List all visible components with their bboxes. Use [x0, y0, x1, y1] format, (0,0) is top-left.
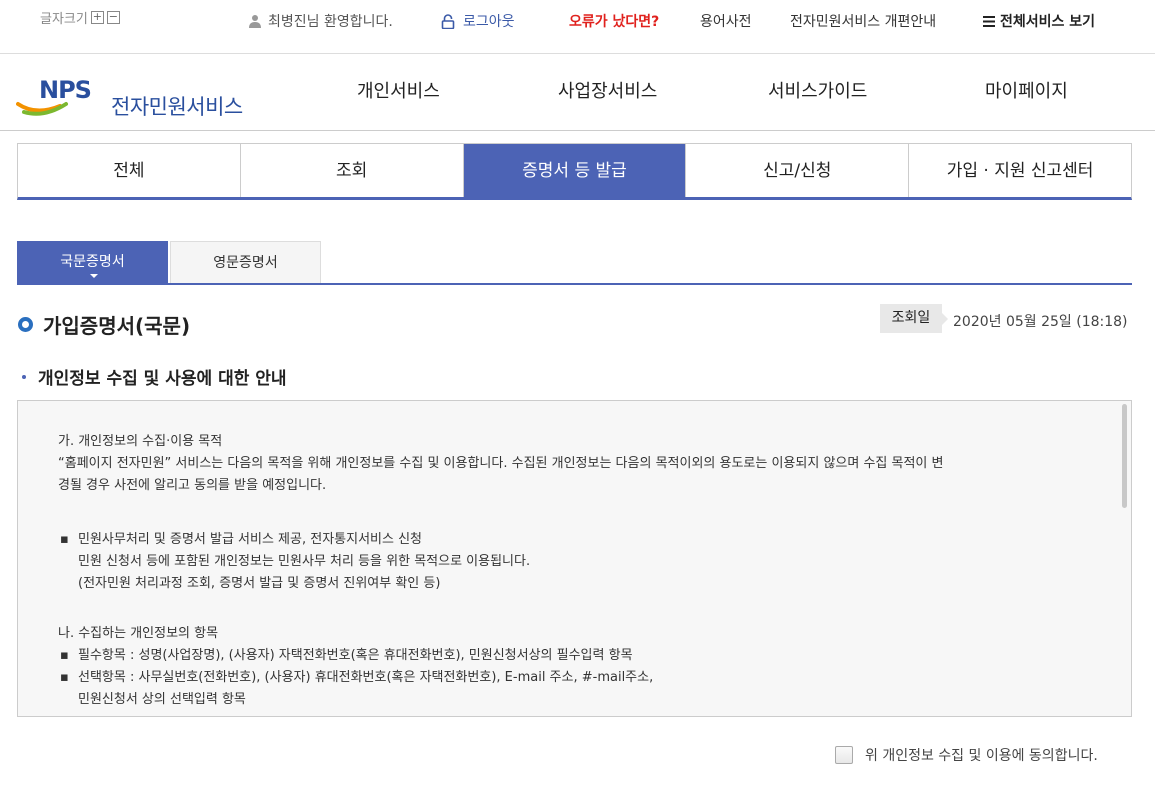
- nps-logo-mark: NPS: [16, 76, 92, 116]
- purpose-line3: (전자민원 처리과정 조회, 증명서 발급 및 증명서 진위여부 확인 등): [78, 576, 441, 591]
- lock-icon: [441, 13, 455, 29]
- font-decrease-button[interactable]: −: [106, 11, 120, 24]
- category-tabs: 전체 조회 증명서 등 발급 신고/신청 가입 · 지원 신고센터: [17, 143, 1132, 200]
- section-a-line1: “홈페이지 전자민원” 서비스는 다음의 목적을 위해 개인정보를 수집 및 이…: [58, 456, 944, 471]
- tab-report-application[interactable]: 신고/신청: [686, 144, 910, 197]
- all-services-link[interactable]: 전체서비스 보기: [983, 11, 1095, 31]
- tab-korean-certificate[interactable]: 국문증명서: [17, 241, 168, 283]
- privacy-notice-box[interactable]: 가. 개인정보의 수집·이용 목적 “홈페이지 전자민원” 서비스는 다음의 목…: [17, 400, 1132, 717]
- list-item: ▪ 민원사무처리 및 증명서 발급 서비스 제공, 전자통지서비스 신청 민원 …: [58, 529, 1098, 595]
- logout-link[interactable]: 로그아웃: [441, 11, 515, 31]
- tab-korean-certificate-label: 국문증명서: [60, 254, 125, 270]
- nav-service-guide[interactable]: 서비스가이드: [768, 77, 867, 103]
- privacy-heading: 개인정보 수집 및 사용에 대한 안내: [38, 369, 287, 389]
- purpose-line2: 민원 신청서 등에 포함된 개인정보는 민원사무 처리 등을 위한 목적으로 이…: [78, 554, 531, 569]
- purpose-line1: 민원사무처리 및 증명서 발급 서비스 제공, 전자통지서비스 신청: [78, 532, 423, 547]
- bullet-dot-icon: [22, 374, 26, 379]
- certificate-language-tabs: 국문증명서 영문증명서: [17, 241, 1132, 285]
- all-services-label: 전체서비스 보기: [1000, 14, 1096, 30]
- font-size-control: 글자크기 + −: [40, 8, 120, 27]
- nav-business-service[interactable]: 사업장서비스: [558, 77, 657, 103]
- font-size-label: 글자크기: [40, 12, 88, 27]
- bullet-mark: ▪: [60, 532, 69, 547]
- caret-down-icon: [90, 274, 98, 278]
- tab-all[interactable]: 전체: [18, 144, 241, 197]
- font-increase-button[interactable]: +: [90, 11, 104, 24]
- privacy-notice-content: 가. 개인정보의 수집·이용 목적 “홈페이지 전자민원” 서비스는 다음의 목…: [58, 431, 1098, 711]
- list-item: ▪ 필수항목 : 성명(사업장명), (사용자) 자택전화번호(혹은 휴대전화번…: [58, 645, 1098, 667]
- glossary-link[interactable]: 용어사전: [700, 11, 752, 31]
- menu-icon: [983, 15, 995, 27]
- required-items: 필수항목 : 성명(사업장명), (사용자) 자택전화번호(혹은 휴대전화번호)…: [78, 648, 633, 663]
- agree-label[interactable]: 위 개인정보 수집 및 이용에 동의합니다.: [865, 745, 1098, 765]
- error-report-link[interactable]: 오류가 났다면?: [569, 11, 659, 31]
- agree-checkbox[interactable]: [835, 746, 853, 764]
- page-title-group: 가입증명서(국문): [18, 310, 190, 339]
- welcome-text: 최병진님 환영합니다.: [268, 14, 393, 30]
- utility-bar: 글자크기 + − 최병진님 환영합니다. 로그아웃 오류가 났다면? 용어사전 …: [0, 0, 1155, 54]
- bullet-mark: ▪: [60, 670, 69, 685]
- nps-logo[interactable]: NPS 전자민원서비스: [16, 72, 246, 119]
- renewal-notice-link[interactable]: 전자민원서비스 개편안내: [790, 11, 936, 31]
- title-ring-icon: [18, 317, 33, 332]
- tab-english-certificate[interactable]: 영문증명서: [170, 241, 321, 283]
- section-a-line2: 경될 경우 사전에 알리고 동의를 받을 예정입니다.: [58, 478, 327, 493]
- privacy-agree-control[interactable]: 위 개인정보 수집 및 이용에 동의합니다.: [835, 745, 1098, 765]
- section-a-title: 가. 개인정보의 수집·이용 목적: [58, 434, 223, 449]
- privacy-section-heading: 개인정보 수집 및 사용에 대한 안내: [22, 364, 287, 389]
- nav-personal-service[interactable]: 개인서비스: [357, 77, 440, 103]
- page-title: 가입증명서(국문): [43, 314, 191, 338]
- logout-label: 로그아웃: [463, 14, 515, 30]
- list-item: ▪ 선택항목 : 사무실번호(전화번호), (사용자) 휴대전화번호(혹은 자택…: [58, 667, 1098, 711]
- tab-join-support-center[interactable]: 가입 · 지원 신고센터: [909, 144, 1131, 197]
- nav-my-page[interactable]: 마이페이지: [985, 77, 1068, 103]
- tab-certificate-issue[interactable]: 증명서 등 발급: [463, 144, 687, 197]
- logo-text: 전자민원서비스: [111, 95, 243, 119]
- section-b-title: 나. 수집하는 개인정보의 항목: [58, 626, 219, 641]
- optional-items-line2: 민원신청서 상의 선택입력 항목: [78, 692, 246, 707]
- inquiry-date-value: 2020년 05월 25일 (18:18): [953, 314, 1128, 330]
- welcome-message: 최병진님 환영합니다.: [248, 11, 393, 31]
- optional-items-line1: 선택항목 : 사무실번호(전화번호), (사용자) 휴대전화번호(혹은 자택전화…: [78, 670, 654, 685]
- tab-inquiry[interactable]: 조회: [241, 144, 464, 197]
- user-icon: [249, 15, 261, 28]
- scrollbar-thumb[interactable]: [1122, 404, 1127, 508]
- inquiry-date-label: 조회일: [880, 304, 948, 333]
- bullet-mark: ▪: [60, 648, 69, 663]
- site-header: NPS 전자민원서비스 개인서비스 사업장서비스 서비스가이드 마이페이지: [0, 54, 1155, 131]
- svg-text:NPS: NPS: [39, 76, 91, 104]
